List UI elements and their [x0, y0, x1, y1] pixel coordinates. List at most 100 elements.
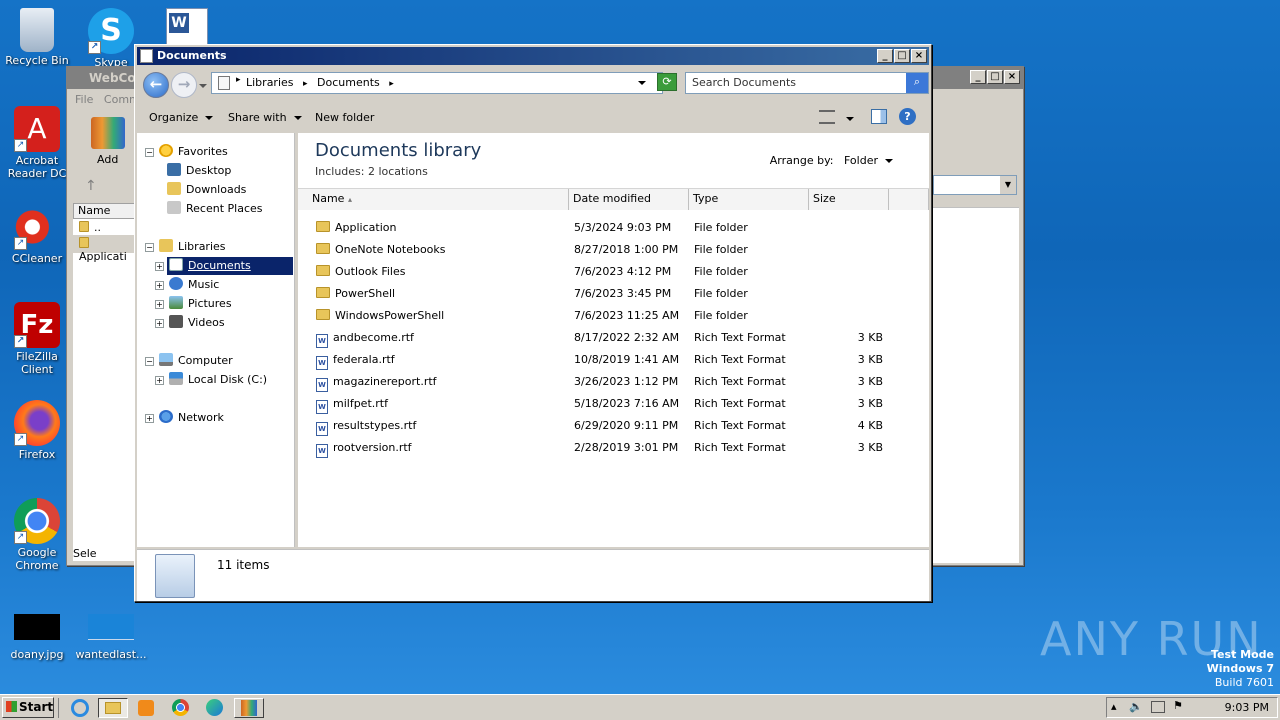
arrange-by-dropdown[interactable]: Folder: [844, 154, 893, 167]
explorer-window[interactable]: Documents _ □ × ← → ▸ Libraries ▸ Document…: [134, 44, 932, 602]
tree-computer[interactable]: − Computer: [145, 352, 233, 370]
search-icon[interactable]: ⌕: [906, 73, 928, 93]
close-button[interactable]: ×: [911, 49, 927, 63]
column-name[interactable]: Name ▴: [298, 189, 569, 210]
internet-explorer-icon[interactable]: [68, 698, 92, 718]
desktop-icon-doany[interactable]: doany.jpg: [0, 614, 74, 661]
file-row[interactable]: Outlook Files 7/6/2023 4:12 PM File folder: [298, 261, 929, 283]
desktop-icon-chrome[interactable]: ↗ Google Chrome: [0, 498, 74, 572]
history-dropdown[interactable]: [199, 79, 207, 92]
refresh-button[interactable]: ⟳: [657, 73, 677, 91]
close-button[interactable]: ×: [1004, 70, 1020, 84]
word-doc-icon[interactable]: W: [166, 8, 208, 46]
bg-combo[interactable]: ▼: [933, 175, 1017, 195]
tree-documents[interactable]: + Documents: [155, 257, 293, 275]
sort-ascending-icon: ▴: [347, 195, 352, 204]
maximize-button[interactable]: □: [894, 49, 910, 63]
column-size[interactable]: Size: [809, 189, 889, 210]
tree-pictures[interactable]: + Pictures: [155, 295, 232, 313]
edge-icon[interactable]: [202, 698, 226, 718]
bg-file-list[interactable]: .. Applicati: [73, 219, 135, 561]
file-row[interactable]: Wmilfpet.rtf 5/18/2023 7:16 AM Rich Text F…: [298, 393, 929, 415]
file-row[interactable]: Application 5/3/2024 9:03 PM File folder: [298, 217, 929, 239]
desktop-icon-wantedlast[interactable]: wantedlast...: [74, 614, 148, 661]
bg-row-parent[interactable]: ..: [73, 219, 135, 235]
expand-icon[interactable]: +: [155, 300, 164, 309]
tree-network[interactable]: + Network: [145, 409, 224, 427]
bg-row-application[interactable]: Applicati: [73, 235, 135, 263]
address-dropdown[interactable]: [638, 76, 646, 89]
tray-expand-icon[interactable]: ▴: [1111, 700, 1117, 713]
network-tray-icon[interactable]: [1151, 701, 1165, 713]
column-date-modified[interactable]: Date modified: [569, 189, 689, 210]
action-center-flag-icon[interactable]: ⚑: [1173, 699, 1183, 712]
media-player-icon[interactable]: [134, 698, 158, 718]
view-options-icon[interactable]: [819, 110, 835, 124]
breadcrumb-separator[interactable]: ▸: [303, 79, 308, 89]
minimize-button[interactable]: _: [877, 49, 893, 63]
tree-downloads[interactable]: Downloads: [167, 181, 246, 199]
breadcrumb-separator[interactable]: ▸: [236, 75, 241, 85]
search-input[interactable]: Search Documents ⌕: [685, 72, 929, 94]
navigation-pane[interactable]: − Favorites Desktop Downloads Recent Pla…: [137, 133, 295, 547]
tree-favorites[interactable]: − Favorites: [145, 143, 228, 161]
tree-music[interactable]: + Music: [155, 276, 219, 294]
organize-button[interactable]: Organize: [149, 111, 214, 124]
forward-button[interactable]: →: [171, 72, 197, 98]
tree-recent-places[interactable]: Recent Places: [167, 200, 263, 218]
file-row[interactable]: Wandbecome.rtf 8/17/2022 2:32 AM Rich Text…: [298, 327, 929, 349]
desktop-icon-firefox[interactable]: ↗ Firefox: [0, 400, 74, 461]
breadcrumb-separator[interactable]: ▸: [389, 79, 394, 89]
tree-libraries[interactable]: − Libraries: [145, 238, 226, 256]
library-includes[interactable]: Includes: 2 locations: [315, 165, 428, 178]
tree-local-disk[interactable]: + Local Disk (C:): [155, 371, 267, 389]
expand-icon[interactable]: +: [155, 376, 164, 385]
minimize-button[interactable]: _: [970, 70, 986, 84]
archiver-taskbar-button[interactable]: [234, 698, 264, 718]
breadcrumb-libraries[interactable]: Libraries: [246, 76, 294, 89]
new-folder-button[interactable]: New folder: [315, 111, 374, 124]
up-arrow-icon[interactable]: ↑: [85, 178, 97, 194]
maximize-button[interactable]: □: [987, 70, 1003, 84]
chrome-icon[interactable]: [168, 698, 192, 718]
help-icon[interactable]: ?: [899, 108, 916, 125]
file-row[interactable]: Wrootversion.rtf 2/28/2019 3:01 PM Rich Te…: [298, 437, 929, 459]
address-bar[interactable]: ▸ Libraries ▸ Documents ▸: [211, 72, 663, 94]
share-with-button[interactable]: Share with: [228, 111, 302, 124]
column-type[interactable]: Type: [689, 189, 809, 210]
file-row[interactable]: Wresultstypes.rtf 6/29/2020 9:11 PM Rich T…: [298, 415, 929, 437]
explorer-titlebar[interactable]: Documents _ □ ×: [137, 47, 929, 65]
explorer-taskbar-button[interactable]: [98, 698, 128, 718]
start-button[interactable]: Start: [2, 697, 54, 718]
clock[interactable]: 9:03 PM: [1225, 701, 1269, 714]
bg-column-name[interactable]: Name: [73, 203, 135, 219]
menu-file[interactable]: File: [75, 93, 93, 106]
file-date: 10/8/2019 1:41 AM: [574, 353, 680, 366]
file-size: 3 KB: [857, 331, 883, 344]
collapse-icon[interactable]: −: [145, 357, 154, 366]
content-pane[interactable]: Documents library Includes: 2 locations …: [298, 133, 929, 547]
collapse-icon[interactable]: −: [145, 243, 154, 252]
desktop-icon-ccleaner[interactable]: ↗ CCleaner: [0, 204, 74, 265]
file-row[interactable]: Wmagazinereport.rtf 3/26/2023 1:12 PM Rich…: [298, 371, 929, 393]
archive-add-icon[interactable]: [91, 117, 125, 149]
expand-icon[interactable]: +: [155, 262, 164, 271]
expand-icon[interactable]: +: [155, 281, 164, 290]
tree-desktop[interactable]: Desktop: [167, 162, 231, 180]
expand-icon[interactable]: +: [155, 319, 164, 328]
desktop-icon-filezilla[interactable]: Fz ↗ FileZilla Client: [0, 302, 74, 376]
preview-pane-icon[interactable]: [871, 109, 887, 124]
file-row[interactable]: Wfederala.rtf 10/8/2019 1:41 AM Rich Text …: [298, 349, 929, 371]
back-button[interactable]: ←: [143, 72, 169, 98]
desktop-icon-recycle-bin[interactable]: Recycle Bin: [0, 8, 74, 67]
expand-icon[interactable]: +: [145, 414, 154, 423]
collapse-icon[interactable]: −: [145, 148, 154, 157]
view-dropdown[interactable]: [846, 112, 854, 125]
file-row[interactable]: WindowsPowerShell 7/6/2023 11:25 AM File f…: [298, 305, 929, 327]
desktop-icon-acrobat[interactable]: A ↗ Acrobat Reader DC: [0, 106, 74, 180]
breadcrumb-documents[interactable]: Documents: [317, 76, 380, 89]
file-row[interactable]: PowerShell 7/6/2023 3:45 PM File folder: [298, 283, 929, 305]
file-row[interactable]: OneNote Notebooks 8/27/2018 1:00 PM File f…: [298, 239, 929, 261]
tree-videos[interactable]: + Videos: [155, 314, 225, 332]
volume-icon[interactable]: 🔈: [1129, 700, 1143, 713]
